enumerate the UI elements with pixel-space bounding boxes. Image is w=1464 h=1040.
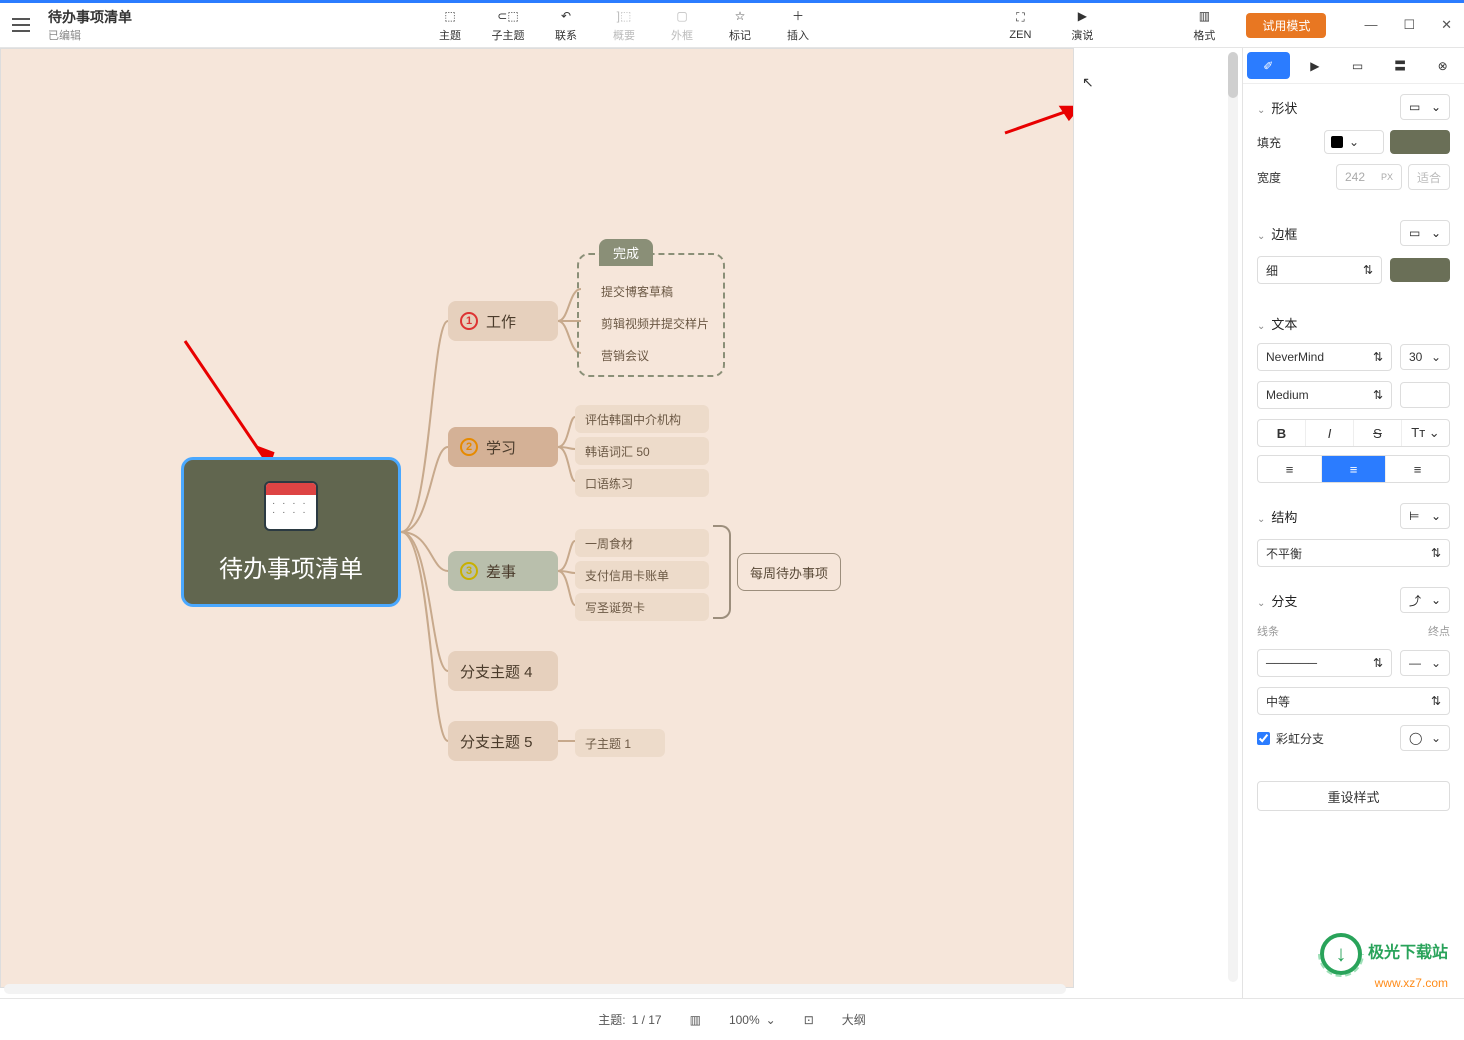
rainbow-select[interactable]: ◯ ⌄ <box>1400 725 1450 751</box>
branch-errand[interactable]: 3差事 <box>448 551 558 591</box>
subtopic-button[interactable]: ⊂⬚子主题 <box>488 8 528 43</box>
fit-icon[interactable]: ⊡ <box>804 1013 814 1027</box>
zoom-level[interactable]: 100%⌄ <box>729 1013 776 1027</box>
branch-5[interactable]: 分支主题 5 <box>448 721 558 761</box>
balance-select[interactable]: 不平衡⇅ <box>1257 539 1450 567</box>
shape-select[interactable]: ▭ ⌄ <box>1400 94 1450 120</box>
section-shape: 形状 <box>1271 101 1297 116</box>
doc-status: 已编辑 <box>48 27 132 43</box>
branch-label: 工作 <box>486 311 516 332</box>
branch-4[interactable]: 分支主题 4 <box>448 651 558 691</box>
calendar-icon <box>264 481 318 531</box>
branch-label: 学习 <box>486 437 516 458</box>
line-label: 线条 <box>1257 623 1279 639</box>
border-shape-select[interactable]: ▭ ⌄ <box>1400 220 1450 246</box>
vertical-scrollbar[interactable] <box>1228 52 1238 982</box>
font-family-select[interactable]: NeverMind⇅ <box>1257 343 1392 371</box>
leaf[interactable]: 支付信用卡账单 <box>575 561 709 589</box>
leaf[interactable]: 子主题 1 <box>575 729 665 757</box>
leaf[interactable]: 评估韩国中介机构 <box>575 405 709 433</box>
tab-note[interactable]: ▭ <box>1336 48 1379 83</box>
zen-button[interactable]: ⛶ZEN <box>1000 10 1040 41</box>
branch-label: 分支主题 4 <box>460 661 533 682</box>
format-panel: ✐ ▶ ▭ 〓 ⊗ ⌄形状 ▭ ⌄ 填充 ⌄ 宽度 242PX 适合 ⌄边框 ▭… <box>1242 48 1464 998</box>
outline-toggle[interactable]: 大纲 <box>842 1011 866 1028</box>
section-struct: 结构 <box>1271 510 1297 525</box>
align-right-button[interactable]: ≡ <box>1386 456 1449 482</box>
branch-label: 分支主题 5 <box>460 731 533 752</box>
section-branch: 分支 <box>1271 594 1297 609</box>
map-overview-icon[interactable]: ▥ <box>690 1013 701 1027</box>
line-weight-select[interactable]: 中等⇅ <box>1257 687 1450 715</box>
leaf[interactable]: 口语练习 <box>575 469 709 497</box>
reset-style-button[interactable]: 重设样式 <box>1257 781 1450 811</box>
leaf[interactable]: 剪辑视频并提交样片 <box>591 309 741 337</box>
leaf[interactable]: 韩语词汇 50 <box>575 437 709 465</box>
present-button[interactable]: ▶演说 <box>1062 8 1102 43</box>
end-label: 终点 <box>1428 623 1450 639</box>
struct-type-select[interactable]: ⊨ ⌄ <box>1400 503 1450 529</box>
bold-button[interactable]: B <box>1258 420 1306 446</box>
width-input[interactable]: 242PX <box>1336 164 1402 190</box>
border-weight-select[interactable]: 细⇅ <box>1257 256 1382 284</box>
doc-title: 待办事项清单 <box>48 7 132 27</box>
branch-work[interactable]: 1工作 <box>448 301 558 341</box>
relation-button[interactable]: ↶联系 <box>546 8 586 43</box>
font-weight-select[interactable]: Medium⇅ <box>1257 381 1392 409</box>
watermark: ↓极光下载站 www.xz7.com <box>1320 933 1448 990</box>
fit-button[interactable]: 适合 <box>1408 164 1450 190</box>
maximize-icon[interactable]: ☐ <box>1403 17 1415 33</box>
root-label: 待办事项清单 <box>219 549 363 584</box>
mindmap-canvas[interactable]: 待办事项清单 完成 1工作 2学习 3差事 分支主题 4 分支主题 5 提交博客… <box>0 48 1074 988</box>
close-icon[interactable]: ✕ <box>1441 17 1452 33</box>
tab-style[interactable]: ✐ <box>1247 52 1290 79</box>
marker-button[interactable]: ☆标记 <box>720 8 760 43</box>
leaf[interactable]: 提交博客草稿 <box>591 277 715 305</box>
border-color[interactable] <box>1390 258 1450 282</box>
leaf[interactable]: 营销会议 <box>591 341 725 369</box>
summary-node[interactable]: 每周待办事项 <box>737 553 841 591</box>
tab-media[interactable]: ▶ <box>1294 48 1337 83</box>
branch-label: 差事 <box>486 561 516 582</box>
cursor-icon: ↖ <box>1082 74 1094 91</box>
case-button[interactable]: Tᴛ ⌄ <box>1402 420 1449 446</box>
summary-brace <box>713 525 731 619</box>
boundary-label[interactable]: 完成 <box>599 239 653 266</box>
branch-style-select[interactable]: ⤴ ⌄ <box>1400 587 1450 613</box>
align-center-button[interactable]: ≡ <box>1322 456 1386 482</box>
insert-button[interactable]: ＋插入 <box>778 8 818 43</box>
font-size-select[interactable]: 30⌄ <box>1400 344 1450 370</box>
width-label: 宽度 <box>1257 169 1281 186</box>
format-button[interactable]: ▥格式 <box>1184 8 1224 43</box>
strike-button[interactable]: S <box>1354 420 1402 446</box>
status-bar: 主题:1 / 17 ▥ 100%⌄ ⊡ 大纲 <box>0 998 1464 1040</box>
fill-swatch[interactable] <box>1390 130 1450 154</box>
menu-icon[interactable] <box>12 18 30 32</box>
line-end-select[interactable]: — ⌄ <box>1400 650 1450 676</box>
topic-count[interactable]: 主题:1 / 17 <box>598 1011 661 1028</box>
section-border: 边框 <box>1271 227 1297 242</box>
italic-button[interactable]: I <box>1306 420 1354 446</box>
fill-label: 填充 <box>1257 134 1281 151</box>
trial-button[interactable]: 试用模式 <box>1246 13 1326 38</box>
rainbow-checkbox[interactable]: 彩虹分支 <box>1257 730 1324 747</box>
font-color[interactable] <box>1400 382 1450 408</box>
align-left-button[interactable]: ≡ <box>1258 456 1322 482</box>
line-style-select[interactable]: ──────⇅ <box>1257 649 1392 677</box>
topic-button[interactable]: ⬚主题 <box>430 8 470 43</box>
tab-info[interactable]: ⊗ <box>1421 48 1464 83</box>
main-toolbar: ⬚主题 ⊂⬚子主题 ↶联系 ]⬚概要 ▢外框 ☆标记 ＋插入 <box>430 8 818 43</box>
horizontal-scrollbar[interactable] <box>4 984 1066 994</box>
minimize-icon[interactable]: — <box>1364 17 1377 33</box>
section-text: 文本 <box>1271 317 1297 332</box>
fill-color-select[interactable]: ⌄ <box>1324 130 1384 154</box>
tab-map[interactable]: 〓 <box>1379 48 1422 83</box>
summary-button[interactable]: ]⬚概要 <box>604 8 644 43</box>
leaf[interactable]: 写圣诞贺卡 <box>575 593 709 621</box>
branch-study[interactable]: 2学习 <box>448 427 558 467</box>
leaf[interactable]: 一周食材 <box>575 529 709 557</box>
root-topic[interactable]: 待办事项清单 <box>181 457 401 607</box>
boundary-button[interactable]: ▢外框 <box>662 8 702 43</box>
